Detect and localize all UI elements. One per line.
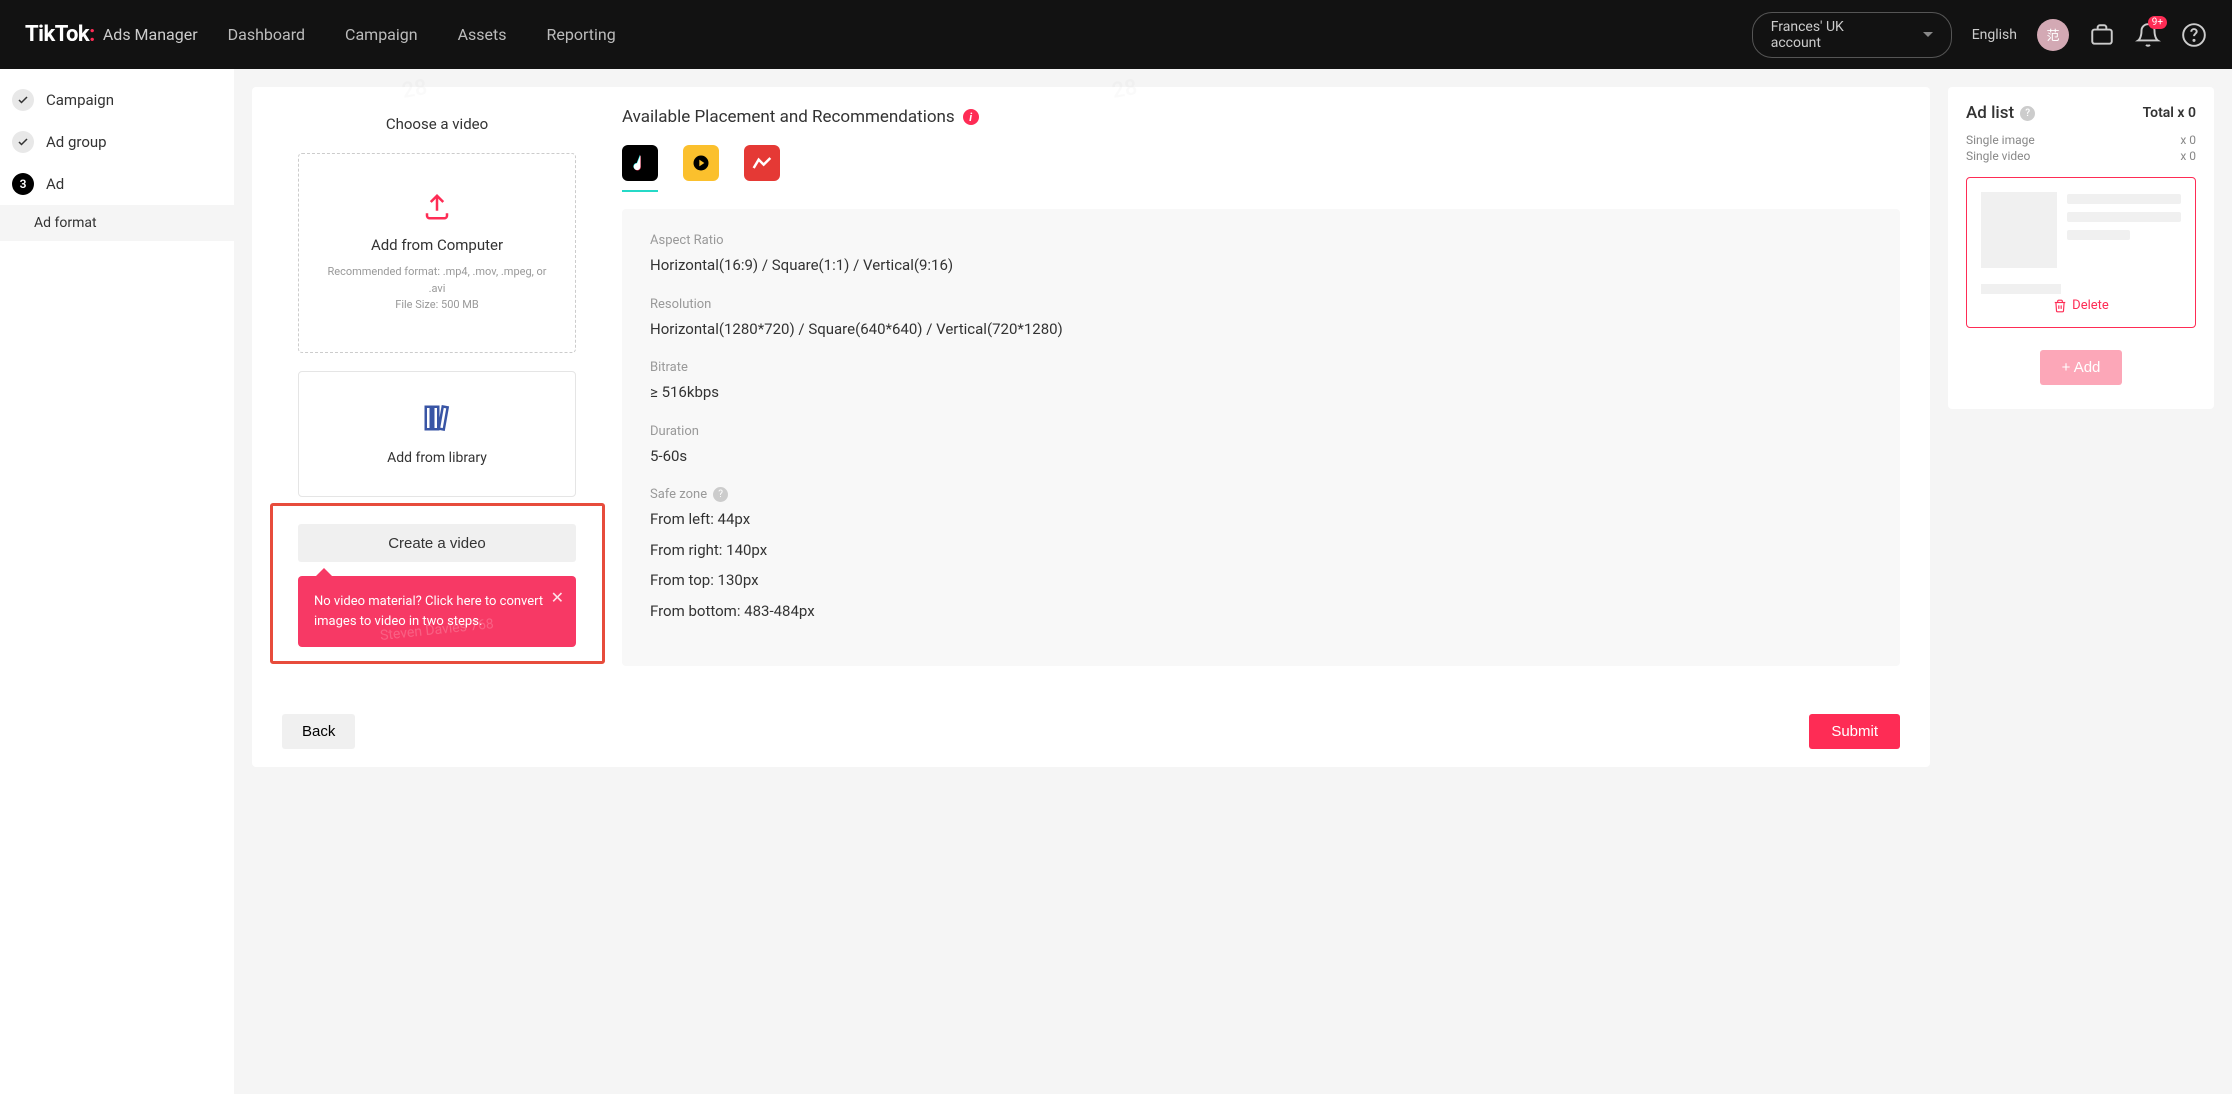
upload-label: Add from Computer	[371, 236, 503, 254]
placeholder-line	[2067, 230, 2130, 240]
upload-icon	[419, 192, 455, 226]
back-button[interactable]: Back	[282, 714, 355, 749]
placement-buzzvideo[interactable]	[683, 145, 719, 181]
sidebar-label: Campaign	[46, 91, 114, 109]
main-area: 28 28 Choose a video Add from Computer R…	[234, 69, 2232, 1094]
create-video-tooltip: ✕ No video material? Click here to conve…	[298, 576, 576, 647]
placement-tiktok[interactable]	[622, 145, 658, 181]
briefcase-icon[interactable]	[2089, 22, 2115, 48]
adlist-row-value: x 0	[2180, 149, 2196, 163]
avatar[interactable]: 范	[2037, 19, 2069, 51]
sidebar-item-adformat[interactable]: Ad format	[0, 205, 234, 241]
logo-brand: TikTok:	[25, 22, 95, 47]
placeholder-line	[2067, 194, 2181, 204]
placeholder-line	[2067, 212, 2181, 222]
tooltip-text: No video material? Click here to convert…	[314, 594, 543, 629]
sidebar: Campaign Ad group 3 Ad Ad format	[0, 69, 234, 1094]
resolution-label: Resolution	[650, 297, 1872, 312]
library-label: Add from library	[387, 450, 487, 466]
sidebar-label: Ad group	[46, 133, 107, 151]
nav-campaign[interactable]: Campaign	[345, 25, 418, 44]
help-icon[interactable]	[2181, 22, 2207, 48]
preview-lines	[2067, 192, 2181, 268]
footer-buttons: Back Submit	[282, 714, 1900, 749]
placement-topbuzz[interactable]	[744, 145, 780, 181]
bitrate-value: ≥ 516kbps	[650, 381, 1872, 404]
sidebar-item-adgroup[interactable]: Ad group	[0, 121, 234, 163]
placement-title: Available Placement and Recommendations	[622, 107, 955, 127]
bitrate-label: Bitrate	[650, 360, 1872, 375]
upload-format-hint: Recommended format: .mp4, .mov, .mpeg, o…	[319, 264, 555, 297]
main-card: 28 28 Choose a video Add from Computer R…	[252, 87, 1930, 767]
account-selector[interactable]: Frances' UK account	[1752, 12, 1952, 58]
nav-assets[interactable]: Assets	[458, 25, 507, 44]
add-ad-button[interactable]: + Add	[2040, 350, 2123, 385]
resolution-value: Horizontal(1280*720) / Square(640*640) /…	[650, 318, 1872, 341]
preview-body	[1981, 192, 2181, 268]
placement-header: Available Placement and Recommendations …	[622, 107, 1900, 127]
layout: Campaign Ad group 3 Ad Ad format 28 28 C…	[0, 69, 2232, 1094]
notification-badge: 9+	[2148, 16, 2167, 29]
bell-icon[interactable]: 9+	[2135, 22, 2161, 48]
nav-reporting[interactable]: Reporting	[547, 25, 616, 44]
aspect-ratio-value: Horizontal(16:9) / Square(1:1) / Vertica…	[650, 254, 1872, 277]
choose-video-column: Choose a video Add from Computer Recomme…	[252, 87, 592, 767]
logo-sub: Ads Manager	[103, 25, 198, 44]
library-icon	[422, 402, 452, 438]
adlist-row-value: x 0	[2180, 133, 2196, 147]
upload-size-hint: File Size: 500 MB	[395, 297, 479, 314]
trash-icon	[2053, 299, 2067, 313]
placeholder-line	[1981, 284, 2061, 294]
close-icon[interactable]: ✕	[551, 586, 564, 610]
adlist-row-label: Single image	[1966, 133, 2035, 147]
delete-label: Delete	[2072, 298, 2109, 313]
help-icon[interactable]: ?	[713, 487, 728, 502]
step-number: 3	[12, 173, 34, 195]
check-icon	[12, 89, 34, 111]
header-right: Frances' UK account English 范 9+	[1752, 12, 2207, 58]
info-icon[interactable]: i	[963, 109, 979, 125]
sidebar-item-ad[interactable]: 3 Ad	[0, 163, 234, 205]
ad-list-card: Ad list ? Total x 0 Single image x 0 Sing…	[1948, 87, 2214, 409]
safezone-right: From right: 140px	[650, 539, 1872, 562]
sidebar-label: Ad	[46, 175, 64, 193]
safezone-values: From left: 44px From right: 140px From t…	[650, 508, 1872, 622]
language-selector[interactable]: English	[1972, 27, 2017, 43]
adlist-row-label: Single video	[1966, 149, 2030, 163]
duration-label: Duration	[650, 424, 1872, 439]
adlist-preview[interactable]: Delete	[1966, 177, 2196, 328]
safezone-label: Safe zone ?	[650, 487, 1872, 502]
help-icon[interactable]: ?	[2020, 106, 2035, 121]
sidebar-sub-label: Ad format	[34, 215, 97, 231]
spec-column: Available Placement and Recommendations …	[622, 87, 1930, 767]
account-name: Frances' UK account	[1771, 19, 1893, 51]
safezone-top: From top: 130px	[650, 569, 1872, 592]
aspect-ratio-label: Aspect Ratio	[650, 233, 1872, 248]
submit-button[interactable]: Submit	[1809, 714, 1900, 749]
delete-ad-button[interactable]: Delete	[1981, 298, 2181, 313]
create-video-button[interactable]: Create a video	[298, 524, 576, 562]
chevron-down-icon	[1923, 32, 1933, 37]
top-header: TikTok: Ads Manager Dashboard Campaign A…	[0, 0, 2232, 69]
choose-video-title: Choose a video	[386, 115, 488, 133]
check-icon	[12, 131, 34, 153]
sidebar-item-campaign[interactable]: Campaign	[0, 79, 234, 121]
safezone-left: From left: 44px	[650, 508, 1872, 531]
spec-panel: Aspect Ratio Horizontal(16:9) / Square(1…	[622, 209, 1900, 666]
adlist-breakdown: Single image x 0 Single video x 0	[1966, 133, 2196, 163]
add-from-library[interactable]: Add from library	[298, 371, 576, 497]
create-video-highlight: Create a video ✕ No video material? Clic…	[270, 503, 605, 664]
upload-from-computer[interactable]: Add from Computer Recommended format: .m…	[298, 153, 576, 353]
placement-tabs	[622, 145, 1900, 181]
adlist-total: Total x 0	[2143, 105, 2196, 121]
safezone-bottom: From bottom: 483-484px	[650, 600, 1872, 623]
logo: TikTok: Ads Manager	[25, 22, 198, 47]
duration-value: 5-60s	[650, 445, 1872, 468]
adlist-header: Ad list ? Total x 0	[1966, 103, 2196, 123]
nav-dashboard[interactable]: Dashboard	[228, 25, 305, 44]
preview-thumbnail	[1981, 192, 2057, 268]
adlist-title: Ad list ?	[1966, 103, 2035, 123]
primary-nav: Dashboard Campaign Assets Reporting	[228, 25, 616, 44]
